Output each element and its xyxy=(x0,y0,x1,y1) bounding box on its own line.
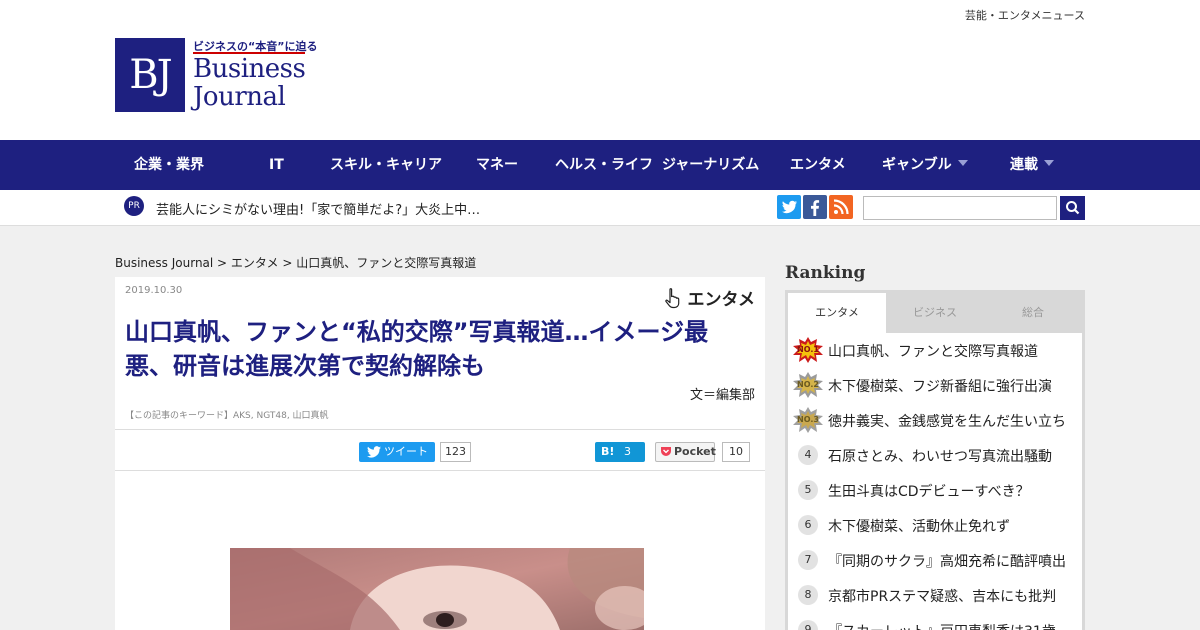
nav-item-label: マネー xyxy=(476,157,518,173)
nav-item-label: ギャンブル xyxy=(882,157,952,173)
ranking-number: NO.3 xyxy=(797,415,819,424)
pocket-icon xyxy=(661,447,671,456)
facebook-icon[interactable] xyxy=(803,195,827,219)
nav-item-label: 連載 xyxy=(1010,157,1038,173)
twitter-icon[interactable] xyxy=(777,195,801,219)
ranking-item[interactable]: 7 『同期のサクラ』高畑充希に酷評噴出 xyxy=(788,543,1082,578)
twitter-icon xyxy=(367,446,381,458)
nav-item-series[interactable]: 連載 xyxy=(1010,140,1054,190)
nav-item-skill-career[interactable]: スキル・キャリア xyxy=(330,140,442,190)
search-button[interactable] xyxy=(1060,196,1085,220)
ranking-tabs: エンタメ ビジネス 総合 xyxy=(788,293,1082,333)
ranking-item[interactable]: 9 『スカーレット』戸田恵梨香は31歳 xyxy=(788,613,1082,630)
chevron-down-icon xyxy=(1044,160,1054,166)
article-date: 2019.10.30 xyxy=(125,285,183,296)
ranking-title: 石原さとみ、わいせつ写真流出騒動 xyxy=(828,449,1052,465)
hatena-label: B! xyxy=(601,445,615,458)
tweet-count: 123 xyxy=(440,442,471,462)
ranking-title: 木下優樹菜、フジ新番組に強行出演 xyxy=(828,379,1052,395)
ranking-item[interactable]: 8 京都市PRステマ疑惑、吉本にも批判 xyxy=(788,578,1082,613)
search-icon xyxy=(1066,201,1080,215)
tab-entertainment[interactable]: エンタメ xyxy=(788,293,886,333)
logo-word-business: Business xyxy=(193,54,306,84)
nav-item-label: エンタメ xyxy=(790,157,846,173)
ranking-number: NO.1 xyxy=(797,345,819,354)
pointing-hand-icon xyxy=(664,288,679,309)
top-category-link[interactable]: 芸能・エンタメニュース xyxy=(965,7,1085,23)
pocket-label: Pocket xyxy=(674,445,716,458)
ranking-number: 4 xyxy=(798,445,818,465)
article-category-label: エンタメ xyxy=(687,290,756,310)
ranking-title: 木下優樹菜、活動休止免れず xyxy=(828,519,1010,535)
ranking-number: NO.2 xyxy=(797,380,819,389)
nav-item-label: IT xyxy=(269,157,284,173)
nav-item-it[interactable]: IT xyxy=(269,140,284,190)
nav-item-label: ヘルス・ライフ xyxy=(555,157,653,173)
nav-item-label: 企業・業界 xyxy=(134,157,204,173)
nav-item-journalism[interactable]: ジャーナリズム xyxy=(662,140,759,190)
article-keywords[interactable]: 【この記事のキーワード】AKS, NGT48, 山口真帆 xyxy=(125,408,329,421)
nav-item-health-life[interactable]: ヘルス・ライフ xyxy=(555,140,653,190)
breadcrumb-home[interactable]: Business Journal xyxy=(115,256,213,270)
tab-overall[interactable]: 総合 xyxy=(984,293,1082,333)
article-photo xyxy=(230,548,644,630)
ranking-title: 京都市PRステマ疑惑、吉本にも批判 xyxy=(828,589,1057,605)
pr-badge: PR xyxy=(124,196,144,216)
ranking-item[interactable]: NO.2 木下優樹菜、フジ新番組に強行出演 xyxy=(788,368,1082,403)
hatena-bookmark-button[interactable]: B! 3 xyxy=(595,442,645,462)
rss-icon[interactable] xyxy=(829,195,853,219)
share-bar: ツイート 123 B! 3 Pocket 10 xyxy=(115,429,765,471)
chevron-down-icon xyxy=(957,160,968,166)
ranking-item[interactable]: 6 木下優樹菜、活動休止免れず xyxy=(788,508,1082,543)
logo-word-journal: Journal xyxy=(193,82,286,112)
tweet-label: ツイート xyxy=(384,445,428,458)
tab-business[interactable]: ビジネス xyxy=(886,293,984,333)
ranking-panel: エンタメ ビジネス 総合 NO.1 山口真帆、ファンと交際写真報道 NO.2 木… xyxy=(788,293,1082,630)
ranking-item[interactable]: 5 生田斗真はCDデビューすべき？ xyxy=(788,473,1082,508)
ranking-number: 7 xyxy=(798,550,818,570)
nav-item-label: ジャーナリズム xyxy=(662,157,760,173)
ranking-heading: Ranking xyxy=(785,263,866,283)
article-category[interactable]: エンタメ xyxy=(664,285,755,310)
ranking-item[interactable]: NO.1 山口真帆、ファンと交際写真報道 xyxy=(788,333,1082,368)
ranking-title: 山口真帆、ファンと交際写真報道 xyxy=(828,344,1038,360)
site-header: 芸能・エンタメニュース BJ ビジネスの“本音”に迫る Business Jou… xyxy=(0,0,1200,140)
nav-item-business[interactable]: 企業・業界 xyxy=(134,140,204,190)
pocket-count: 10 xyxy=(722,442,750,462)
ranking-number: 8 xyxy=(798,585,818,605)
breadcrumb-category[interactable]: エンタメ xyxy=(231,256,279,270)
breadcrumb-current: 山口真帆、ファンと交際写真報道 xyxy=(296,256,477,270)
pr-link[interactable]: 芸能人にシミがない理由!「家で簡単だよ?」大炎上中… xyxy=(156,199,480,218)
logo-mark: BJ xyxy=(115,38,185,112)
pocket-button[interactable]: Pocket xyxy=(655,442,716,462)
ranking-item[interactable]: 4 石原さとみ、わいせつ写真流出騒動 xyxy=(788,438,1082,473)
ranking-title: 『同期のサクラ』高畑充希に酷評噴出 xyxy=(828,554,1066,570)
ranking-box: エンタメ ビジネス 総合 NO.1 山口真帆、ファンと交際写真報道 NO.2 木… xyxy=(785,290,1085,630)
ranking-title: 生田斗真はCDデビューすべき？ xyxy=(828,484,1030,500)
nav-item-label: スキル・キャリア xyxy=(330,157,442,173)
ranking-item[interactable]: NO.3 徳井義実、金銭感覚を生んだ生い立ち xyxy=(788,403,1082,438)
site-logo[interactable]: BJ ビジネスの“本音”に迫る Business Journal xyxy=(115,38,317,118)
article: 2019.10.30 エンタメ 山口真帆、ファンと“私的交際”写真報道…イメージ… xyxy=(115,277,765,630)
ranking-number: 9 xyxy=(798,620,818,630)
pr-bar: PR 芸能人にシミがない理由!「家で簡単だよ?」大炎上中… xyxy=(0,190,1200,226)
article-title: 山口真帆、ファンと“私的交際”写真報道…イメージ最悪、研音は進展次第で契約解除も xyxy=(125,318,709,380)
tweet-button[interactable]: ツイート xyxy=(359,442,435,462)
breadcrumb: Business Journal > エンタメ > 山口真帆、ファンと交際写真報… xyxy=(115,254,476,271)
breadcrumb-separator: > xyxy=(213,256,231,270)
ranking-number: 6 xyxy=(798,515,818,535)
main-nav: 企業・業界 IT スキル・キャリア マネー ヘルス・ライフ ジャーナリズム エン… xyxy=(0,140,1200,190)
nav-item-money[interactable]: マネー xyxy=(476,140,518,190)
ranking-title: 徳井義実、金銭感覚を生んだ生い立ち xyxy=(828,414,1066,430)
nav-item-entertainment[interactable]: エンタメ xyxy=(790,140,846,190)
breadcrumb-separator: > xyxy=(278,256,297,270)
ranking-number: 5 xyxy=(798,480,818,500)
article-author: 文＝編集部 xyxy=(689,388,755,403)
nav-item-gamble[interactable]: ギャンブル xyxy=(882,140,968,190)
ranking-title: 『スカーレット』戸田恵梨香は31歳 xyxy=(828,621,1056,630)
hatena-count: 3 xyxy=(624,445,631,458)
search-input[interactable] xyxy=(863,196,1057,220)
